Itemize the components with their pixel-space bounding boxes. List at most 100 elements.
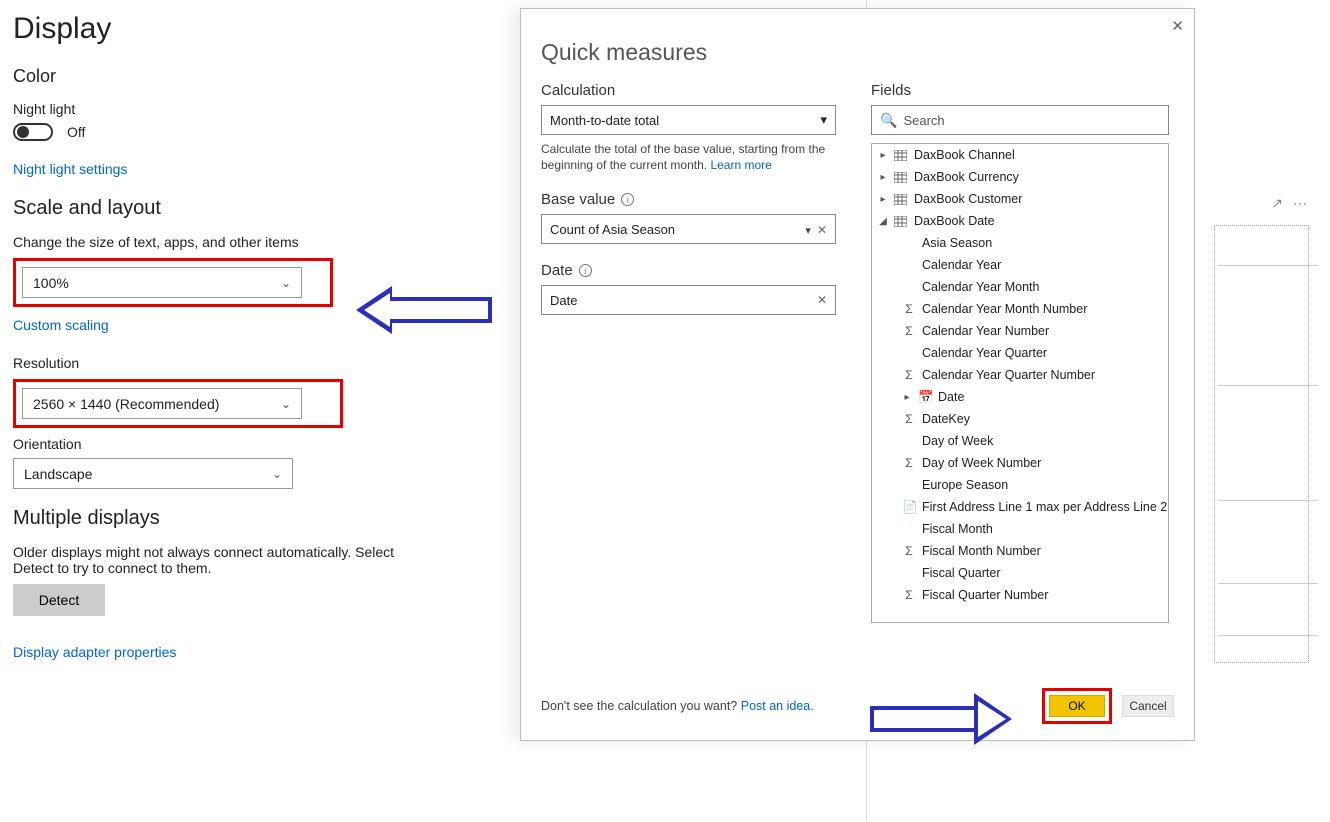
orientation-dropdown[interactable]: Landscape ⌄ bbox=[13, 458, 293, 489]
field-row[interactable]: Σ DateKey bbox=[872, 408, 1168, 430]
table-row[interactable]: ▸ DaxBook Currency bbox=[872, 166, 1168, 188]
measure-icon: 📄 bbox=[902, 500, 916, 515]
multiple-displays-text: Older displays might not always connect … bbox=[13, 544, 423, 576]
display-adapter-link[interactable]: Display adapter properties bbox=[13, 644, 176, 660]
footer-prompt: Don't see the calculation you want? Post… bbox=[541, 699, 814, 713]
calculation-label: Calculation bbox=[541, 82, 841, 99]
field-row[interactable]: ΣCalendar Year Quarter Number bbox=[872, 364, 1168, 386]
base-value-label: Base value bbox=[541, 191, 615, 208]
chevron-down-icon: ⌄ bbox=[281, 276, 291, 290]
field-name: DateKey bbox=[922, 412, 970, 426]
field-row[interactable]: Calendar Year Month bbox=[872, 276, 1168, 298]
field-name: Fiscal Quarter Number bbox=[922, 588, 1048, 602]
fields-search-input[interactable]: 🔍 Search bbox=[871, 105, 1169, 135]
search-icon: 🔍 bbox=[880, 112, 897, 129]
clear-icon[interactable]: ✕ bbox=[817, 293, 827, 307]
caret-right-icon[interactable]: ▸ bbox=[878, 194, 888, 205]
dialog-title: Quick measures bbox=[541, 39, 1194, 66]
field-row[interactable]: ΣDay of Week Number bbox=[872, 452, 1168, 474]
field-name: Calendar Year Month Number bbox=[922, 302, 1087, 316]
calculation-dropdown[interactable]: Month-to-date total ▾ bbox=[541, 105, 836, 135]
orientation-label: Orientation bbox=[13, 436, 493, 452]
detect-button[interactable]: Detect bbox=[13, 584, 105, 616]
custom-scaling-link[interactable]: Custom scaling bbox=[13, 317, 109, 333]
field-row[interactable]: ▸📅Date bbox=[872, 386, 1168, 408]
table-icon bbox=[894, 172, 908, 183]
fields-label: Fields bbox=[871, 82, 1174, 99]
fields-column: Fields 🔍 Search ▸ DaxBook Channel ▸ DaxBook… bbox=[871, 82, 1174, 623]
field-row[interactable]: Fiscal Quarter bbox=[872, 562, 1168, 584]
field-row[interactable]: Day of Week bbox=[872, 430, 1168, 452]
search-placeholder: Search bbox=[903, 113, 944, 128]
night-light-settings-link[interactable]: Night light settings bbox=[13, 161, 127, 177]
popup-icon[interactable]: ↗ bbox=[1271, 195, 1283, 212]
placeholder-canvas bbox=[1214, 225, 1309, 663]
field-row[interactable]: Calendar Year bbox=[872, 254, 1168, 276]
learn-more-link[interactable]: Learn more bbox=[710, 158, 771, 172]
base-value-field[interactable]: Count of Asia Season ▾ ✕ bbox=[541, 214, 836, 244]
sigma-icon: Σ bbox=[902, 412, 916, 426]
table-name: DaxBook Date bbox=[914, 214, 995, 228]
scale-dropdown[interactable]: 100% ⌄ bbox=[22, 267, 302, 298]
field-row[interactable]: Europe Season bbox=[872, 474, 1168, 496]
field-name: Calendar Year Number bbox=[922, 324, 1049, 338]
fields-tree[interactable]: ▸ DaxBook Channel ▸ DaxBook Currency ▸ DaxBoo… bbox=[871, 143, 1169, 623]
calculation-description: Calculate the total of the base value, s… bbox=[541, 141, 831, 173]
more-icon[interactable]: ⋯ bbox=[1293, 195, 1307, 212]
field-row[interactable]: Asia Season bbox=[872, 232, 1168, 254]
caret-down-icon: ▾ bbox=[820, 112, 827, 128]
sigma-icon: Σ bbox=[902, 302, 916, 316]
color-heading: Color bbox=[13, 66, 493, 87]
calculation-dropdown-value: Month-to-date total bbox=[550, 113, 659, 128]
display-settings-pane: Display Color Night light Off Night ligh… bbox=[13, 12, 493, 662]
quick-measures-dialog: ✕ Quick measures Calculation Month-to-da… bbox=[520, 8, 1195, 741]
cancel-button[interactable]: Cancel bbox=[1122, 695, 1174, 717]
close-icon[interactable]: ✕ bbox=[1171, 17, 1184, 35]
table-row[interactable]: ▸ DaxBook Customer bbox=[872, 188, 1168, 210]
table-icon bbox=[894, 150, 908, 161]
clear-icon[interactable]: ✕ bbox=[817, 223, 827, 237]
table-icon bbox=[894, 216, 908, 227]
caret-down-icon: ▾ bbox=[805, 225, 811, 237]
caret-right-icon[interactable]: ▸ bbox=[878, 172, 888, 183]
field-row[interactable]: ΣCalendar Year Number bbox=[872, 320, 1168, 342]
field-row[interactable]: ΣFiscal Quarter Number bbox=[872, 584, 1168, 606]
field-row[interactable]: ΣFiscal Month Number bbox=[872, 540, 1168, 562]
resolution-dropdown-value: 2560 × 1440 (Recommended) bbox=[33, 396, 219, 412]
caret-right-icon[interactable]: ▸ bbox=[878, 150, 888, 161]
caret-right-icon[interactable]: ▸ bbox=[902, 392, 912, 403]
info-icon[interactable]: i bbox=[579, 264, 592, 277]
info-icon[interactable]: i bbox=[621, 193, 634, 206]
field-row[interactable]: Calendar Year Quarter bbox=[872, 342, 1168, 364]
ok-button[interactable]: OK bbox=[1049, 695, 1105, 717]
field-row[interactable]: 📄 First Address Line 1 max per Address Li… bbox=[872, 496, 1168, 518]
highlight-scale: 100% ⌄ bbox=[13, 258, 333, 307]
field-row[interactable]: Fiscal Month bbox=[872, 518, 1168, 540]
resolution-dropdown[interactable]: 2560 × 1440 (Recommended) ⌄ bbox=[22, 388, 302, 419]
night-light-toggle[interactable] bbox=[13, 123, 53, 141]
field-name: Fiscal Month bbox=[922, 522, 993, 536]
field-name: Fiscal Month Number bbox=[922, 544, 1041, 558]
table-name: DaxBook Channel bbox=[914, 148, 1015, 162]
chevron-down-icon: ⌄ bbox=[272, 467, 282, 481]
night-light-state: Off bbox=[67, 124, 85, 140]
post-idea-link[interactable]: Post an idea. bbox=[741, 699, 814, 713]
date-field[interactable]: Date ✕ bbox=[541, 285, 836, 315]
field-name: Calendar Year Month bbox=[922, 280, 1039, 294]
base-value-text: Count of Asia Season bbox=[550, 222, 675, 237]
table-row[interactable]: ◢ DaxBook Date bbox=[872, 210, 1168, 232]
table-name: DaxBook Customer bbox=[914, 192, 1022, 206]
field-name: Europe Season bbox=[922, 478, 1008, 492]
chevron-down-icon: ⌄ bbox=[281, 397, 291, 411]
caret-down-icon[interactable]: ◢ bbox=[878, 216, 888, 227]
field-name: First Address Line 1 max per Address Lin… bbox=[922, 500, 1167, 514]
sigma-icon: Σ bbox=[902, 368, 916, 382]
table-name: DaxBook Currency bbox=[914, 170, 1019, 184]
highlight-ok: OK bbox=[1042, 688, 1112, 724]
field-name: Asia Season bbox=[922, 236, 992, 250]
multiple-displays-heading: Multiple displays bbox=[13, 507, 493, 530]
field-row[interactable]: Σ Calendar Year Month Number bbox=[872, 298, 1168, 320]
highlight-resolution: 2560 × 1440 (Recommended) ⌄ bbox=[13, 379, 343, 428]
table-row[interactable]: ▸ DaxBook Channel bbox=[872, 144, 1168, 166]
sigma-icon: Σ bbox=[902, 456, 916, 470]
